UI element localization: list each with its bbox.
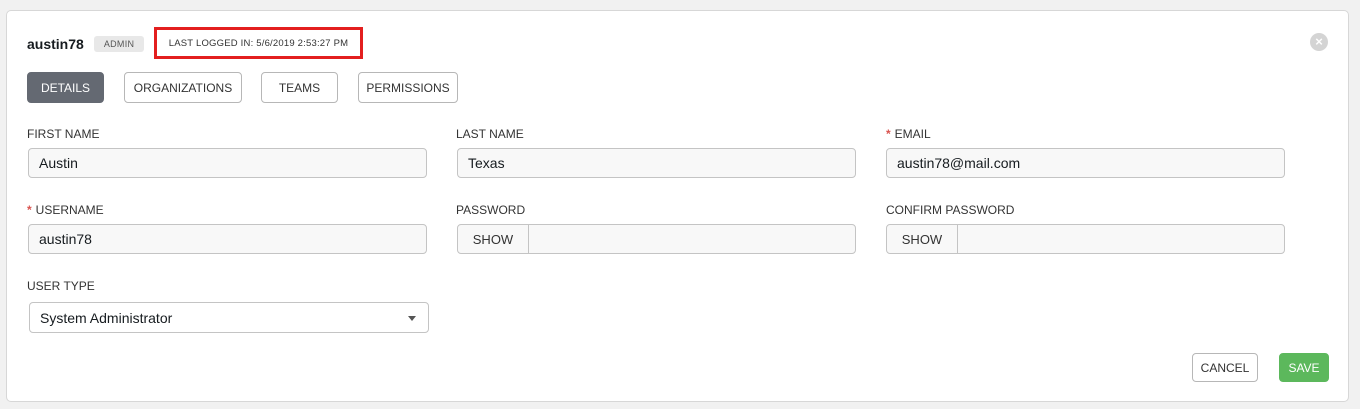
required-marker: * — [27, 203, 32, 217]
last-logged-in-highlight: LAST LOGGED IN: 5/6/2019 2:53:27 PM — [154, 27, 363, 59]
user-name-title: austin78 — [27, 36, 84, 52]
confirm-password-input[interactable] — [958, 225, 1284, 253]
tab-organizations[interactable]: ORGANIZATIONS — [124, 72, 242, 103]
password-label: PASSWORD — [456, 203, 526, 217]
user-edit-panel: austin78 ADMIN LAST LOGGED IN: 5/6/2019 … — [6, 10, 1349, 402]
required-marker: * — [886, 127, 891, 141]
first-name-input[interactable] — [28, 148, 427, 178]
close-icon[interactable]: × — [1310, 33, 1328, 51]
password-group: SHOW — [457, 224, 856, 254]
password-show-button[interactable]: SHOW — [458, 225, 529, 253]
first-name-label: FIRST NAME — [27, 127, 100, 141]
save-button[interactable]: SAVE — [1279, 353, 1329, 382]
last-logged-in-text: LAST LOGGED IN: 5/6/2019 2:53:27 PM — [168, 37, 349, 49]
chevron-down-icon — [408, 316, 416, 321]
username-label: * USERNAME — [27, 203, 104, 217]
tab-teams[interactable]: TEAMS — [261, 72, 338, 103]
cancel-button[interactable]: CANCEL — [1192, 353, 1258, 382]
email-input[interactable] — [886, 148, 1285, 178]
last-name-input[interactable] — [457, 148, 856, 178]
last-name-label: LAST NAME — [456, 127, 524, 141]
user-type-select[interactable]: System Administrator — [29, 302, 429, 333]
confirm-password-label: CONFIRM PASSWORD — [886, 203, 1015, 217]
user-type-label: USER TYPE — [27, 279, 95, 293]
confirm-password-show-button[interactable]: SHOW — [887, 225, 958, 253]
password-input[interactable] — [529, 225, 855, 253]
admin-badge: ADMIN — [93, 36, 145, 52]
email-label: * EMAIL — [886, 127, 931, 141]
username-input[interactable] — [28, 224, 427, 254]
tab-details[interactable]: DETAILS — [27, 72, 104, 103]
confirm-password-group: SHOW — [886, 224, 1285, 254]
tab-permissions[interactable]: PERMISSIONS — [358, 72, 458, 103]
user-type-value: System Administrator — [40, 309, 173, 326]
user-header: austin78 ADMIN — [27, 33, 145, 55]
